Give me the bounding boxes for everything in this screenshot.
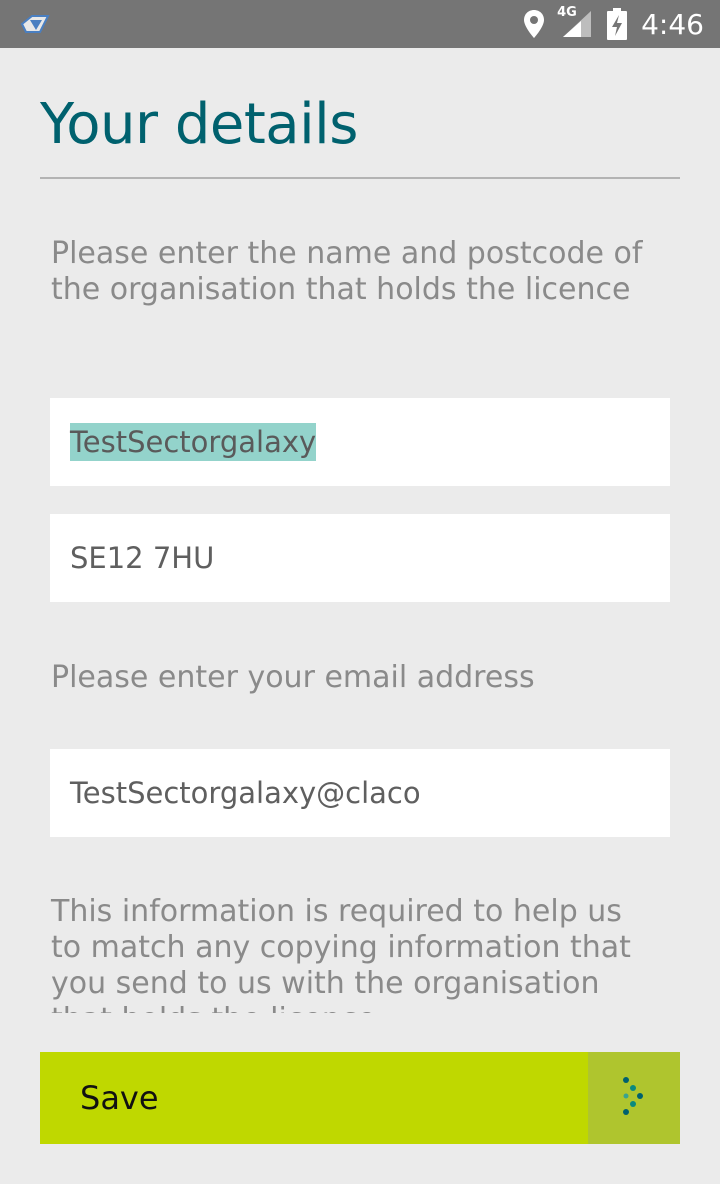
location-icon bbox=[523, 9, 545, 39]
status-time: 4:46 bbox=[641, 7, 704, 41]
page-title: Your details bbox=[40, 92, 358, 157]
email-instruction: Please enter your email address bbox=[51, 660, 535, 695]
form-scroll-area[interactable]: Please enter the name and postcode of th… bbox=[0, 179, 720, 1013]
organisation-name-value: TestSectorgalaxy bbox=[70, 423, 317, 461]
postcode-field[interactable]: SE12 7HU bbox=[50, 514, 670, 602]
save-button[interactable]: Save bbox=[40, 1052, 680, 1144]
info-text: This information is required to help us … bbox=[51, 894, 631, 1013]
dotted-arrow-icon bbox=[623, 1077, 643, 1115]
organisation-name-field[interactable]: TestSectorgalaxy bbox=[50, 398, 670, 486]
save-arrow-box bbox=[588, 1052, 680, 1144]
app-logo-icon bbox=[20, 15, 50, 33]
status-bar: 4G 4:46 bbox=[0, 0, 720, 48]
network-type: 4G bbox=[557, 5, 577, 20]
email-value: TestSectorgalaxy@claco bbox=[70, 776, 421, 810]
organisation-instruction: Please enter the name and postcode of th… bbox=[51, 236, 643, 307]
email-field[interactable]: TestSectorgalaxy@claco bbox=[50, 749, 670, 837]
signal-icon: 4G bbox=[557, 5, 593, 39]
postcode-value: SE12 7HU bbox=[70, 541, 215, 575]
battery-charging-icon bbox=[607, 8, 628, 40]
save-label: Save bbox=[80, 1079, 159, 1117]
